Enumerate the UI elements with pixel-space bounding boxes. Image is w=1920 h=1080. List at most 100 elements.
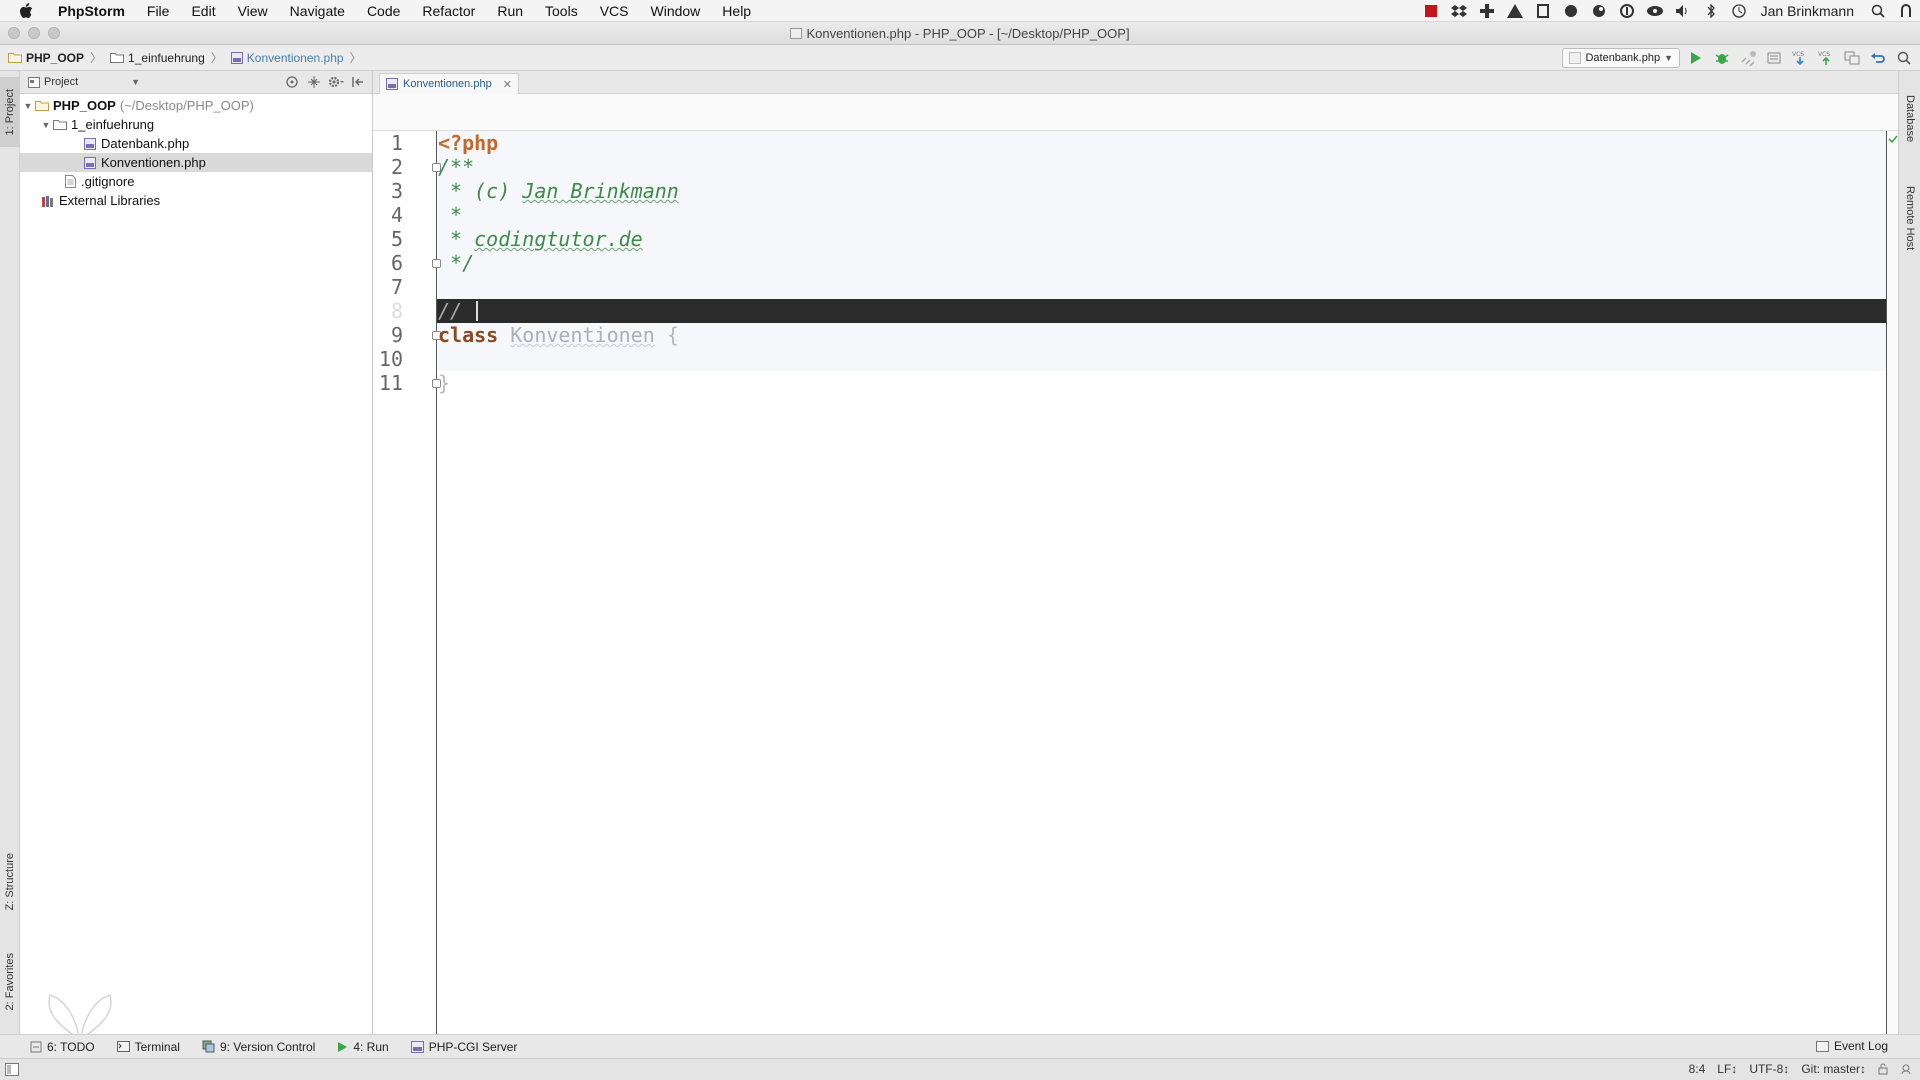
menu-tools[interactable]: Tools bbox=[534, 0, 589, 22]
run-tool-button[interactable]: 4: Run bbox=[337, 1040, 389, 1054]
menu-window[interactable]: Window bbox=[640, 0, 712, 22]
run-button[interactable] bbox=[1686, 48, 1706, 68]
php-server-icon bbox=[410, 1040, 424, 1053]
collapse-all-button[interactable] bbox=[306, 74, 322, 90]
toggle-tool-windows-icon[interactable] bbox=[5, 1063, 19, 1076]
code-line: * (c) Jan Brinkmann bbox=[438, 179, 1886, 203]
hide-panel-button[interactable] bbox=[350, 74, 366, 90]
leaf-icon[interactable] bbox=[1562, 3, 1580, 19]
menu-file[interactable]: File bbox=[136, 0, 181, 22]
plus-cross-icon[interactable] bbox=[1478, 3, 1496, 19]
breadcrumb-project[interactable]: PHP_OOP 〉 bbox=[8, 49, 102, 66]
menu-help[interactable]: Help bbox=[711, 0, 762, 22]
todo-tool-button[interactable]: 6: TODO bbox=[30, 1040, 95, 1054]
php-open-tag: <?php bbox=[438, 131, 499, 155]
code-editor[interactable]: 1 2 3 4 5 6 7 8 9 10 11 <?php /** * (c) … bbox=[373, 131, 1898, 1034]
notification-center-icon[interactable] bbox=[1897, 3, 1915, 19]
onepassword-icon[interactable] bbox=[1618, 3, 1636, 19]
vcs-update-icon: VCS bbox=[1792, 51, 1804, 66]
user-name[interactable]: Jan Brinkmann bbox=[1761, 3, 1854, 19]
inspector-icon[interactable] bbox=[1900, 1063, 1912, 1075]
php-file-icon bbox=[230, 51, 243, 64]
breadcrumb-folder[interactable]: 1_einfuehrung 〉 bbox=[110, 49, 223, 66]
editor-tab-konventionen[interactable]: Konventionen.php ✕ bbox=[379, 73, 519, 94]
drive-triangle-icon[interactable] bbox=[1506, 3, 1524, 19]
terminal-tool-button[interactable]: Terminal bbox=[116, 1040, 180, 1054]
expand-arrow-icon[interactable]: ▼ bbox=[22, 101, 34, 111]
structure-tool-tab[interactable]: Z: Structure bbox=[0, 837, 20, 927]
structure-tool-tab-label: Z: Structure bbox=[4, 853, 16, 911]
expand-arrow-icon[interactable]: ▼ bbox=[40, 120, 52, 130]
bluetooth-icon[interactable] bbox=[1702, 3, 1720, 19]
vcs-commit-button[interactable]: VCS bbox=[1816, 48, 1836, 68]
database-tool-tab[interactable]: Database bbox=[1899, 95, 1920, 155]
run-configuration-select[interactable]: Datenbank.php ▼ bbox=[1562, 48, 1680, 68]
project-panel-tools bbox=[284, 74, 366, 90]
project-view-select[interactable]: Project ▼ bbox=[28, 74, 140, 91]
right-tool-strip: Database Remote Host bbox=[1898, 71, 1920, 1034]
search-icon bbox=[1897, 51, 1911, 65]
error-stripe[interactable] bbox=[1886, 131, 1898, 1034]
apple-menu-icon[interactable] bbox=[16, 1, 36, 21]
class-keyword: class bbox=[438, 323, 499, 347]
panel-settings-button[interactable] bbox=[328, 74, 344, 90]
tree-file-konventionen[interactable]: Konventionen.php bbox=[20, 153, 372, 172]
stop-listen-button[interactable] bbox=[1764, 48, 1784, 68]
app-menu[interactable]: PhpStorm bbox=[50, 0, 136, 22]
menu-edit[interactable]: Edit bbox=[180, 0, 226, 22]
event-log-tool-button[interactable]: Event Log bbox=[1815, 1039, 1888, 1053]
line-separator-select[interactable]: LF↕ bbox=[1717, 1062, 1737, 1076]
code-line: * bbox=[438, 203, 1886, 227]
menu-run[interactable]: Run bbox=[486, 0, 534, 22]
menu-view[interactable]: View bbox=[227, 0, 279, 22]
menu-vcs[interactable]: VCS bbox=[589, 0, 640, 22]
git-branch-select[interactable]: Git: master↕ bbox=[1801, 1062, 1866, 1076]
bottom-tool-bar: 6: TODO Terminal 9: Version Control 4: R… bbox=[0, 1034, 1920, 1058]
php-cgi-server-tool-button[interactable]: PHP-CGI Server bbox=[410, 1040, 517, 1054]
tree-folder-einfuehrung[interactable]: ▼ 1_einfuehrung bbox=[20, 115, 372, 134]
run-icon bbox=[1691, 52, 1701, 64]
time-machine-icon[interactable] bbox=[1730, 3, 1748, 19]
line-number: 6 bbox=[390, 251, 403, 275]
caret-position[interactable]: 8:4 bbox=[1689, 1062, 1706, 1076]
revert-button[interactable] bbox=[1868, 48, 1888, 68]
encoding-select[interactable]: UTF-8↕ bbox=[1749, 1062, 1789, 1076]
lock-icon[interactable] bbox=[1878, 1063, 1888, 1075]
spotlight-search-icon[interactable] bbox=[1869, 3, 1887, 19]
cloud-eye-icon[interactable] bbox=[1646, 3, 1664, 19]
bookmark-icon[interactable] bbox=[1534, 3, 1552, 19]
tree-root[interactable]: ▼ PHP_OOP (~/Desktop/PHP_OOP) bbox=[20, 96, 372, 115]
project-tool-tab[interactable]: 1: Project bbox=[0, 77, 20, 147]
evernote-icon[interactable] bbox=[1590, 3, 1608, 19]
line-number-current: 8 bbox=[390, 299, 403, 323]
menu-code[interactable]: Code bbox=[356, 0, 411, 22]
doc-comment-start: /** bbox=[438, 155, 475, 179]
svg-text:VCS: VCS bbox=[1792, 51, 1804, 58]
tree-external-label: External Libraries bbox=[59, 193, 161, 208]
red-app-icon[interactable] bbox=[1422, 3, 1440, 19]
code-area[interactable]: <?php /** * (c) Jan Brinkmann * * coding… bbox=[438, 131, 1886, 1034]
tree-root-path: (~/Desktop/PHP_OOP) bbox=[119, 98, 254, 113]
listen-debug-button[interactable] bbox=[1738, 48, 1758, 68]
tree-file-gitignore[interactable]: .gitignore bbox=[20, 172, 372, 191]
volume-icon[interactable] bbox=[1674, 3, 1692, 19]
breadcrumb-separator: 〉 bbox=[349, 51, 362, 65]
php-file-icon bbox=[386, 78, 398, 90]
favorites-tool-tab[interactable]: 2: Favorites bbox=[0, 937, 20, 1027]
tree-file-datenbank[interactable]: Datenbank.php bbox=[20, 134, 372, 153]
compare-button[interactable] bbox=[1842, 48, 1862, 68]
close-tab-icon[interactable]: ✕ bbox=[503, 78, 512, 91]
menu-navigate[interactable]: Navigate bbox=[279, 0, 356, 22]
vcs-update-button[interactable]: VCS bbox=[1790, 48, 1810, 68]
scroll-from-source-button[interactable] bbox=[284, 74, 300, 90]
menu-refactor[interactable]: Refactor bbox=[411, 0, 486, 22]
version-control-tool-button[interactable]: 9: Version Control bbox=[202, 1040, 315, 1054]
debug-button[interactable] bbox=[1712, 48, 1732, 68]
remote-host-tool-tab[interactable]: Remote Host bbox=[1899, 186, 1920, 266]
version-control-icon bbox=[202, 1040, 215, 1053]
tree-external-libraries[interactable]: External Libraries bbox=[20, 191, 372, 210]
breadcrumb-file[interactable]: Konventionen.php 〉 bbox=[230, 49, 362, 66]
search-everywhere-button[interactable] bbox=[1894, 48, 1914, 68]
line-number: 3 bbox=[390, 179, 403, 203]
dropbox-icon[interactable] bbox=[1450, 3, 1468, 19]
